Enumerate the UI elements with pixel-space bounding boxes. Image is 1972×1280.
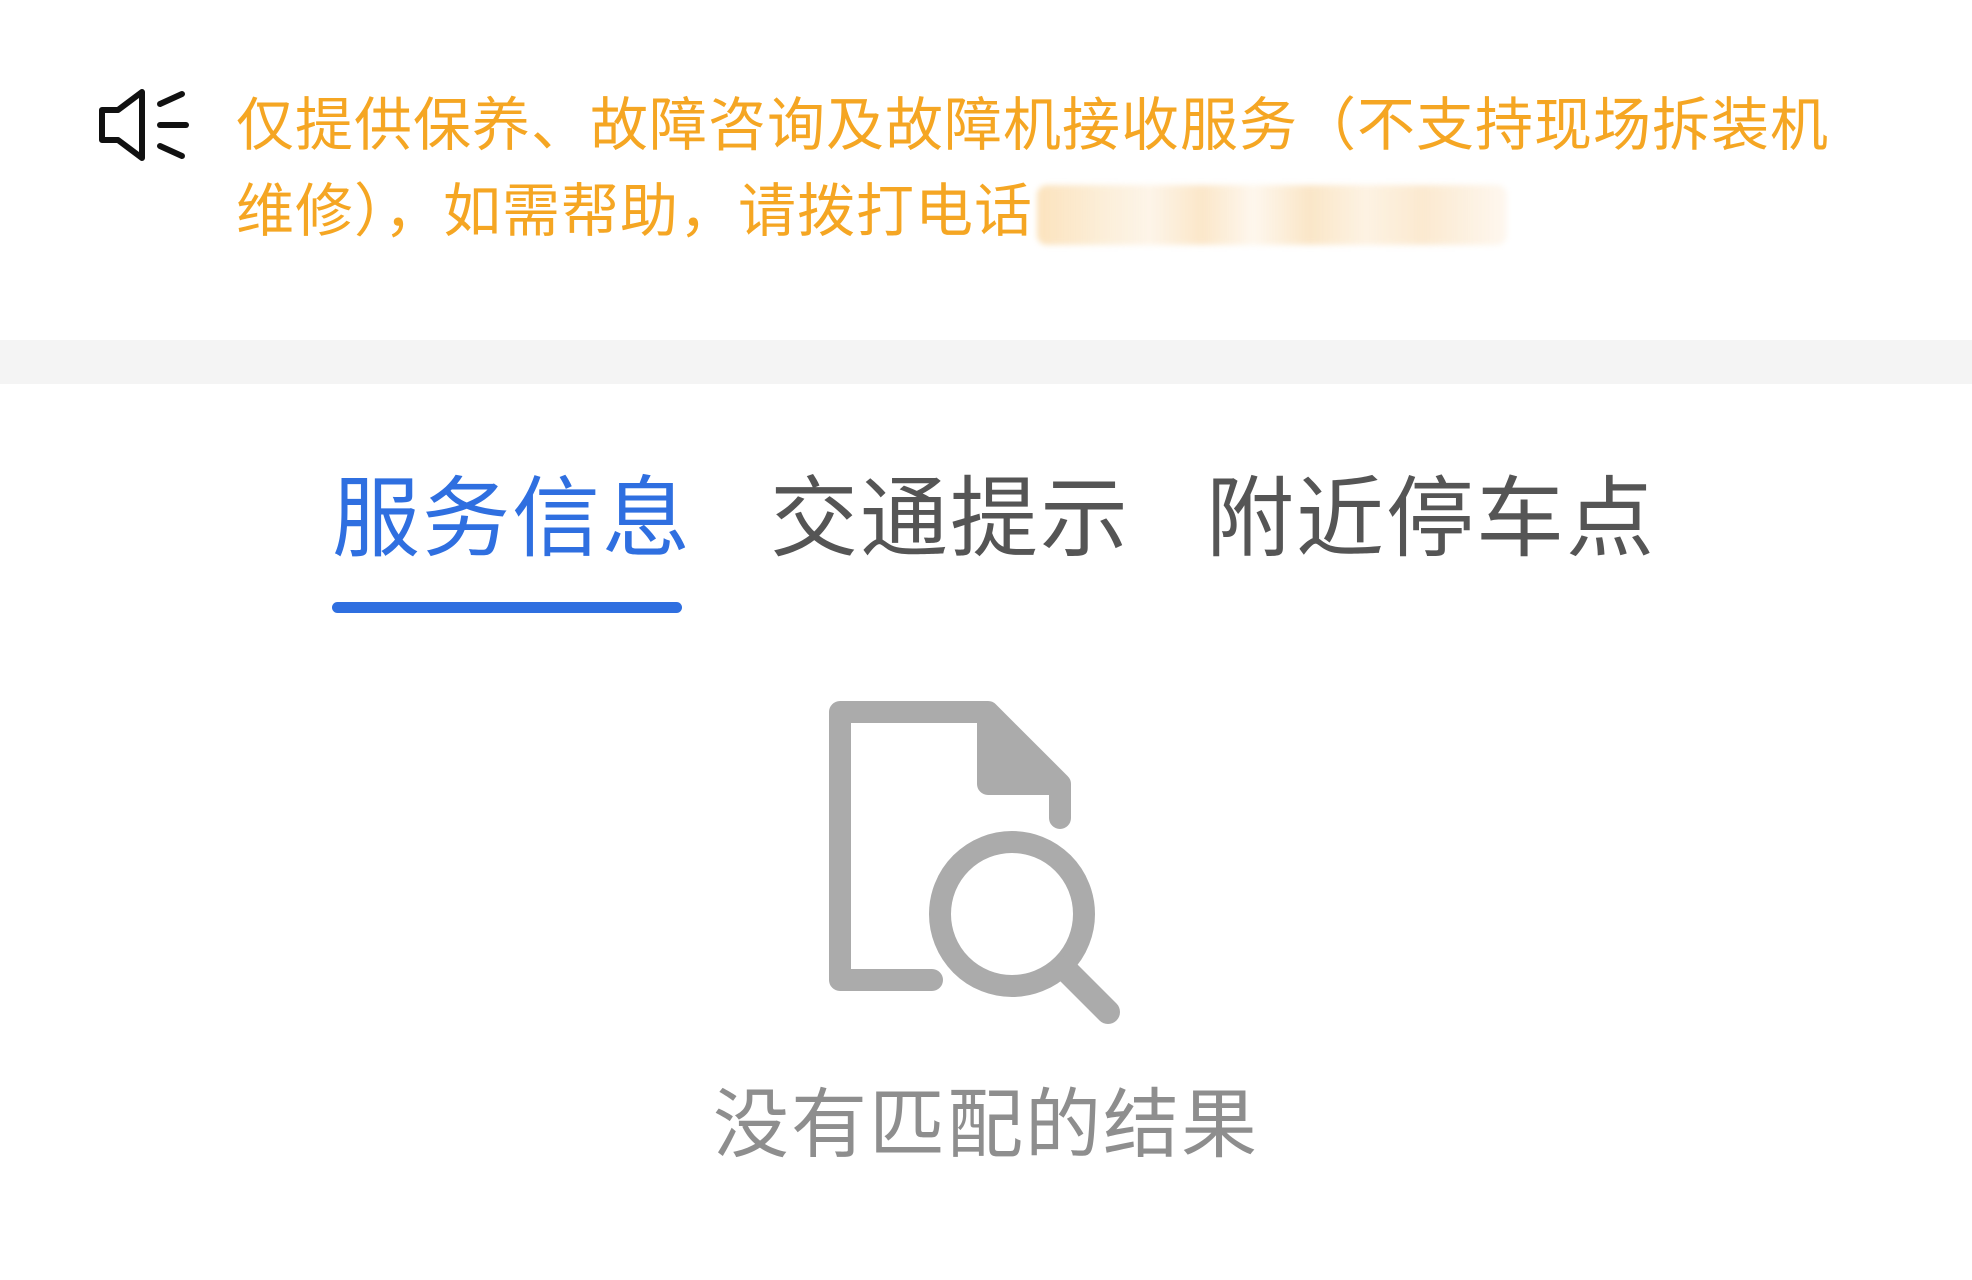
speaker-icon [99, 89, 189, 161]
tab-bar: 服务信息 交通提示 附近停车点 [0, 384, 1972, 624]
active-tab-indicator [332, 602, 682, 613]
tab-nearby-parking[interactable]: 附近停车点 [1206, 464, 1656, 574]
tab-traffic-tips[interactable]: 交通提示 [770, 464, 1130, 574]
notice-banner: 仅提供保养、故障咨询及故障机接收服务（不支持现场拆装机维修），如需帮助，请拨打电… [0, 0, 1972, 340]
store-service-page: 仅提供保养、故障咨询及故障机接收服务（不支持现场拆装机维修），如需帮助，请拨打电… [0, 0, 1972, 1280]
empty-state-message: 没有匹配的结果 [713, 1080, 1259, 1169]
notice-text: 仅提供保养、故障咨询及故障机接收服务（不支持现场拆装机维修），如需帮助，请拨打电… [236, 82, 1886, 254]
tab-service-info[interactable]: 服务信息 [332, 464, 692, 574]
redacted-phone-number [1037, 184, 1508, 245]
document-search-icon [829, 701, 1120, 1024]
section-divider [0, 340, 1972, 384]
notice-message: 仅提供保养、故障咨询及故障机接收服务（不支持现场拆装机维修），如需帮助，请拨打电… [236, 91, 1830, 245]
